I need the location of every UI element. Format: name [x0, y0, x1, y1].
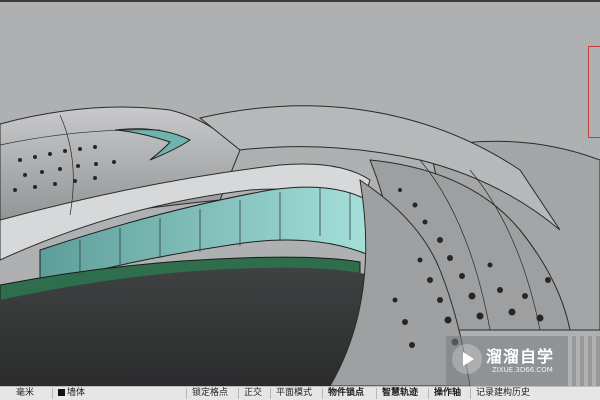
3d-viewport[interactable] — [0, 0, 600, 386]
units-label: 毫米 — [16, 388, 35, 398]
layer-name: 墙体 — [67, 388, 86, 398]
grid-snap-toggle[interactable]: 锁定格点 — [192, 387, 228, 400]
ortho-toggle[interactable]: 正交 — [244, 387, 262, 400]
status-separator — [428, 388, 429, 399]
smarttrack-toggle[interactable]: 智慧轨迹 — [382, 387, 418, 400]
mosaic-block — [568, 336, 600, 386]
play-logo-icon — [452, 344, 482, 374]
current-layer[interactable]: 墙体 — [58, 387, 85, 400]
status-separator — [186, 388, 187, 399]
watermark-title: 溜溜自学 — [486, 347, 555, 366]
record-history-toggle[interactable]: 记录建构历史 — [476, 387, 530, 400]
status-separator — [322, 388, 323, 399]
status-separator — [376, 388, 377, 399]
status-separator — [270, 388, 271, 399]
status-separator — [52, 388, 53, 399]
gumball-toggle[interactable]: 操作轴 — [434, 387, 461, 400]
rendered-model — [0, 105, 600, 386]
status-bar: 毫米 墙体 锁定格点 正交 平面模式 物件锁点 智慧轨迹 操作轴 记录建构历史 — [0, 386, 600, 400]
viewport-top-border — [0, 0, 600, 2]
planar-toggle[interactable]: 平面模式 — [276, 387, 312, 400]
watermark-url: ZIXUE.3D66.COM — [492, 366, 553, 374]
viewport-frame-marker — [588, 46, 600, 138]
status-separator — [238, 388, 239, 399]
layer-color-swatch — [58, 388, 65, 396]
status-separator — [470, 388, 471, 399]
watermark: 溜溜自学 ZIXUE.3D66.COM — [446, 336, 568, 386]
osnap-toggle[interactable]: 物件锁点 — [328, 387, 364, 400]
